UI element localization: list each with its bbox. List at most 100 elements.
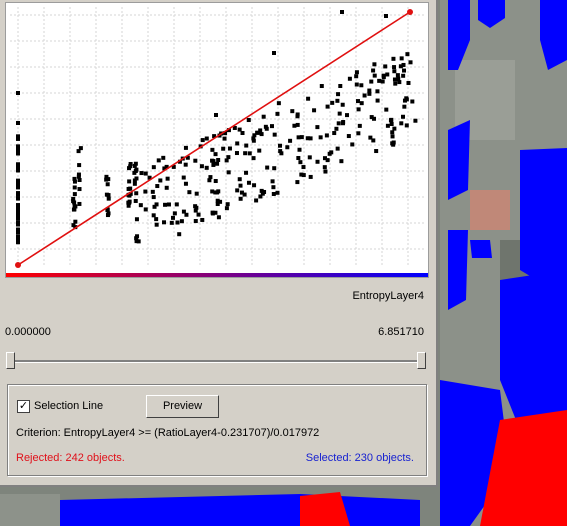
scatter-point	[126, 186, 131, 191]
scatter-point	[340, 102, 345, 107]
scatter-point	[251, 156, 256, 161]
scatter-point	[127, 199, 132, 204]
scatter-point	[193, 204, 198, 209]
scatter-point	[221, 146, 226, 151]
scatter-point	[322, 165, 327, 170]
scatter-point	[307, 155, 312, 160]
scatter-point	[271, 191, 276, 196]
scatter-point	[16, 222, 20, 227]
scatter-point	[334, 126, 339, 131]
scatter-point	[16, 191, 20, 196]
scatter-point	[371, 138, 376, 143]
scatter-point	[398, 64, 403, 69]
scatter-point	[215, 202, 220, 207]
selection-line-checkbox[interactable]: ✓	[17, 400, 30, 413]
scatter-point	[183, 181, 188, 186]
selection-line-start-handle[interactable]	[15, 262, 21, 268]
scatter-point	[301, 173, 306, 178]
scatter-point	[371, 68, 376, 73]
scatter-point	[204, 165, 209, 170]
scatter-point	[184, 212, 189, 217]
criterion-text: Criterion: EntropyLayer4 >= (RatioLayer4…	[16, 427, 320, 439]
range-slider-track[interactable]	[8, 360, 426, 363]
scatter-point	[71, 207, 76, 212]
scatter-point	[166, 202, 171, 207]
scatter-point	[134, 167, 139, 172]
scatter-point	[252, 183, 257, 188]
scatter-point	[362, 93, 367, 98]
scatter-point	[324, 133, 329, 138]
scatter-point	[161, 155, 166, 160]
scatter-point	[126, 203, 131, 208]
scatter-point	[399, 121, 404, 126]
scatter-point	[327, 151, 332, 156]
scatter-point	[318, 135, 323, 140]
scatter-point	[374, 149, 379, 154]
preview-button[interactable]: Preview	[146, 395, 219, 418]
selection-line[interactable]	[17, 11, 411, 266]
scatter-point	[392, 126, 397, 131]
scatter-point	[265, 165, 270, 170]
scatter-point	[330, 100, 335, 105]
scatter-point	[401, 73, 406, 78]
scatter-point	[270, 179, 275, 184]
scatter-point	[127, 179, 132, 184]
scatter-point	[16, 151, 20, 156]
scatter-point	[388, 118, 393, 123]
scatter-point	[392, 65, 397, 70]
scatter-point	[133, 198, 138, 203]
scatter-point	[315, 159, 320, 164]
scatter-point	[296, 135, 301, 140]
gradient-bar	[6, 273, 428, 277]
selection-line-end-handle[interactable]	[407, 9, 413, 15]
scatter-point	[222, 136, 227, 141]
scatter-point	[392, 77, 397, 82]
selection-line-label[interactable]: Selection Line	[34, 400, 103, 412]
scatter-point	[193, 219, 198, 224]
scatter-point	[356, 131, 361, 136]
scatter-point	[237, 127, 242, 132]
scatter-point	[384, 107, 389, 112]
scatter-plot[interactable]	[5, 2, 429, 278]
scatter-point	[258, 128, 263, 133]
scatter-point	[143, 207, 148, 212]
range-min-value: 0.000000	[5, 326, 51, 338]
scatter-point	[271, 185, 276, 190]
scatter-point	[237, 177, 242, 182]
scatter-point	[105, 213, 110, 218]
range-slider-max-thumb[interactable]	[417, 352, 426, 369]
scatter-point	[77, 163, 82, 168]
scatter-point	[272, 166, 277, 171]
scatter-point	[158, 178, 163, 183]
scatter-point	[154, 202, 159, 207]
scatter-point	[405, 52, 410, 57]
scatter-point	[391, 56, 396, 61]
scatter-point	[306, 96, 311, 101]
scatter-point	[73, 219, 78, 224]
scatter-point	[359, 101, 364, 106]
scatter-point	[335, 98, 340, 103]
x-axis-label: EntropyLayer4	[352, 290, 424, 302]
scatter-point	[395, 73, 400, 78]
scatter-point	[156, 158, 161, 163]
scatter-point	[404, 96, 409, 101]
scatter-point	[239, 190, 244, 195]
scatter-point	[106, 193, 111, 198]
scatter-point	[261, 114, 266, 119]
scatter-point	[16, 168, 20, 173]
range-slider-min-thumb[interactable]	[6, 352, 15, 369]
scatter-point	[211, 162, 216, 167]
scatter-point	[216, 189, 221, 194]
scatter-point	[272, 51, 276, 55]
scatter-point	[337, 111, 342, 116]
scatter-point	[175, 220, 180, 225]
scatter-plot-canvas[interactable]	[6, 3, 428, 277]
scatter-point	[16, 196, 20, 201]
scatter-point	[170, 215, 175, 220]
scatter-point	[390, 141, 395, 146]
scatter-point	[312, 108, 317, 113]
scatter-point	[339, 159, 344, 164]
scatter-point	[385, 72, 390, 77]
scatter-point	[151, 195, 156, 200]
scatter-point	[297, 147, 302, 152]
